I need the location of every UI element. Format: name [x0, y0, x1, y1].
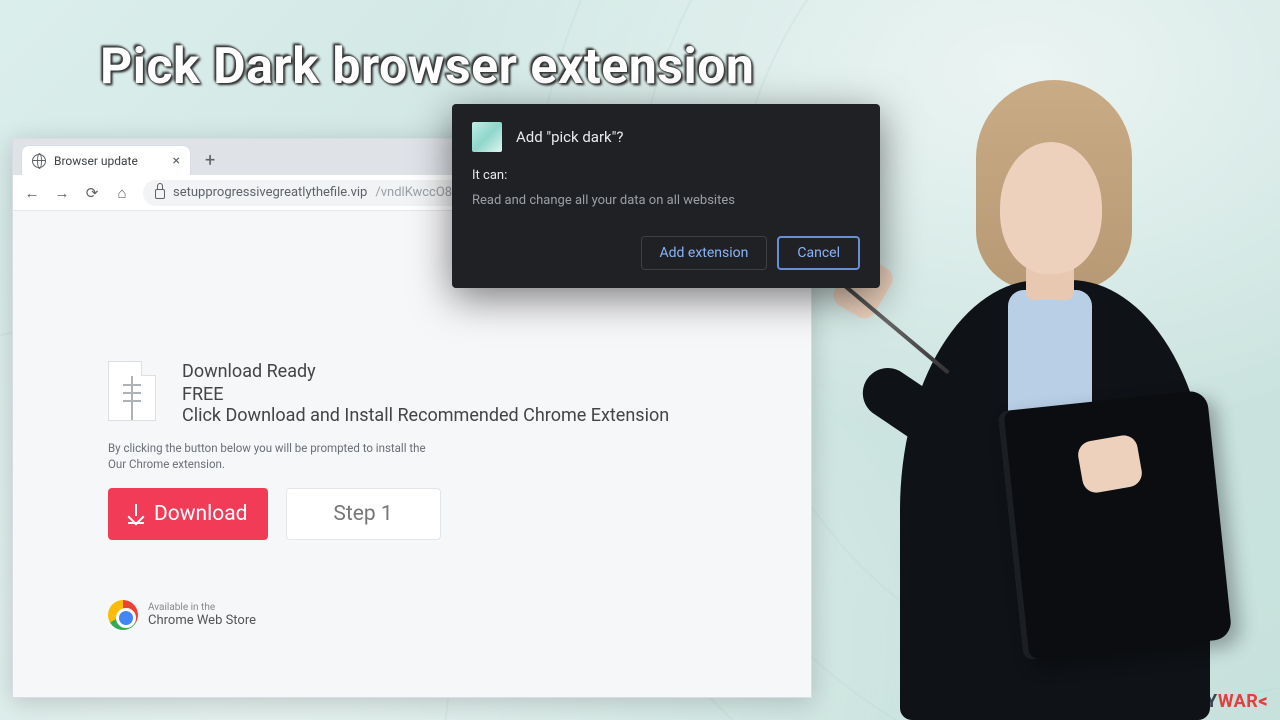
step-button-label: Step 1	[333, 502, 392, 526]
download-price: FREE	[182, 384, 669, 405]
cancel-button[interactable]: Cancel	[777, 236, 860, 270]
page-headline: Pick Dark browser extension	[100, 38, 754, 96]
download-subtitle: Click Download and Install Recommended C…	[182, 405, 669, 426]
dialog-title: Add "pick dark"?	[516, 128, 624, 146]
folder-prop	[998, 390, 1233, 661]
new-tab-button[interactable]: +	[199, 150, 221, 175]
tab-title: Browser update	[54, 154, 138, 168]
download-icon	[128, 506, 144, 522]
globe-icon	[32, 154, 46, 168]
add-extension-button[interactable]: Add extension	[641, 236, 768, 270]
forward-button[interactable]: →	[53, 184, 71, 202]
download-title: Download Ready	[182, 361, 669, 382]
browser-tab[interactable]: Browser update ×	[21, 145, 191, 175]
download-button-label: Download	[154, 502, 248, 526]
file-icon	[108, 361, 156, 421]
fineprint: By clicking the button below you will be…	[108, 440, 508, 472]
extension-icon	[472, 122, 502, 152]
home-button[interactable]: ⌂	[113, 184, 131, 202]
close-tab-icon[interactable]: ×	[173, 153, 180, 169]
webstore-name: Chrome Web Store	[148, 613, 256, 628]
step-button[interactable]: Step 1	[286, 488, 441, 540]
back-button[interactable]: ←	[23, 184, 41, 202]
extension-install-dialog: Add "pick dark"? It can: Read and change…	[452, 104, 880, 288]
dialog-permission: Read and change all your data on all web…	[472, 193, 860, 208]
dialog-subtitle: It can:	[472, 168, 860, 183]
download-button[interactable]: Download	[108, 488, 268, 540]
url-host: setupprogressivegreatlythefile.vip	[173, 185, 367, 200]
reload-button[interactable]: ⟳	[83, 184, 101, 202]
chrome-logo-icon	[108, 600, 138, 630]
lock-icon	[155, 189, 165, 199]
webstore-prefix: Available in the	[148, 602, 256, 613]
chrome-web-store-badge: Available in the Chrome Web Store	[108, 600, 716, 630]
